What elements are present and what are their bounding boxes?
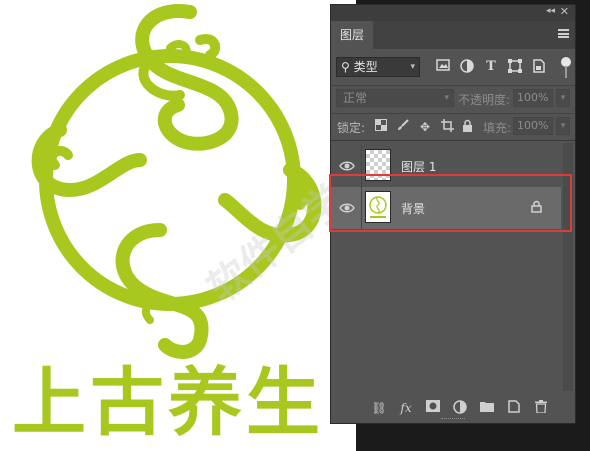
lock-label: 锁定: [337,121,366,135]
link-layers-icon[interactable]: ⛓ [371,400,387,416]
lock-all-icon[interactable] [459,119,475,135]
panel-bottom-bar: ⛓ fx [331,393,575,423]
opacity-label: 不透明度: [458,93,511,107]
filter-kind-select[interactable]: ⚲ 类型 ▾ [336,57,420,77]
lock-paint-icon[interactable] [395,119,411,135]
panel-tab-bar: 图层 [331,21,575,49]
layer-name[interactable]: 图层 1 [401,158,436,175]
lock-move-icon[interactable]: ✥ [417,119,433,135]
type-filter-icon[interactable]: T [483,59,499,75]
trash-icon[interactable] [533,400,549,416]
lock-artboard-icon[interactable] [439,119,455,135]
fx-icon[interactable]: fx [398,400,414,416]
new-layer-icon[interactable] [506,400,522,416]
resize-grip[interactable] [441,418,465,422]
divider [331,113,575,114]
opacity-dropdown-icon[interactable]: ▾ [556,89,570,107]
panel-menu-icon[interactable] [558,29,569,38]
eye-icon[interactable] [339,158,355,174]
collapse-panel-icon[interactable]: ◂◂ [546,6,555,16]
close-panel-icon[interactable]: ✕ [560,5,569,18]
tab-layers[interactable]: 图层 [331,21,374,49]
divider [331,85,575,86]
highlight-annotation-box [329,174,572,232]
fill-input[interactable]: 100% [513,117,553,135]
fill-label: 填充: [483,121,512,135]
lock-transparent-icon[interactable] [373,119,389,135]
adjustment-filter-icon[interactable] [459,59,475,75]
chevron-down-icon: ▾ [410,62,415,72]
chevron-down-icon: ▾ [444,93,449,103]
blend-mode-label: 正常 [343,91,368,105]
shape-filter-icon[interactable] [507,59,523,75]
add-mask-icon[interactable] [425,400,441,416]
layer-filter-row: ⚲ 类型 ▾ T [331,55,575,81]
new-group-icon[interactable] [479,400,495,416]
blend-row: 正常 ▾ 不透明度: 100% ▾ [331,87,575,111]
brand-text: 上古养生 [12,360,324,446]
blend-mode-select[interactable]: 正常 ▾ [336,89,454,107]
panel-title-bar[interactable]: ◂◂ ✕ [331,5,575,21]
image-filter-icon[interactable] [435,59,451,75]
smart-object-filter-icon[interactable] [531,59,547,75]
opacity-input[interactable]: 100% [513,89,553,107]
filter-kind-label: 类型 [353,60,378,74]
lock-row: 锁定: ✥ 填充: 100% ▾ [331,115,575,139]
search-icon: ⚲ [341,60,350,74]
filter-toggle[interactable] [561,57,571,79]
adjustment-layer-icon[interactable] [452,400,468,416]
fill-dropdown-icon[interactable]: ▾ [556,117,570,135]
